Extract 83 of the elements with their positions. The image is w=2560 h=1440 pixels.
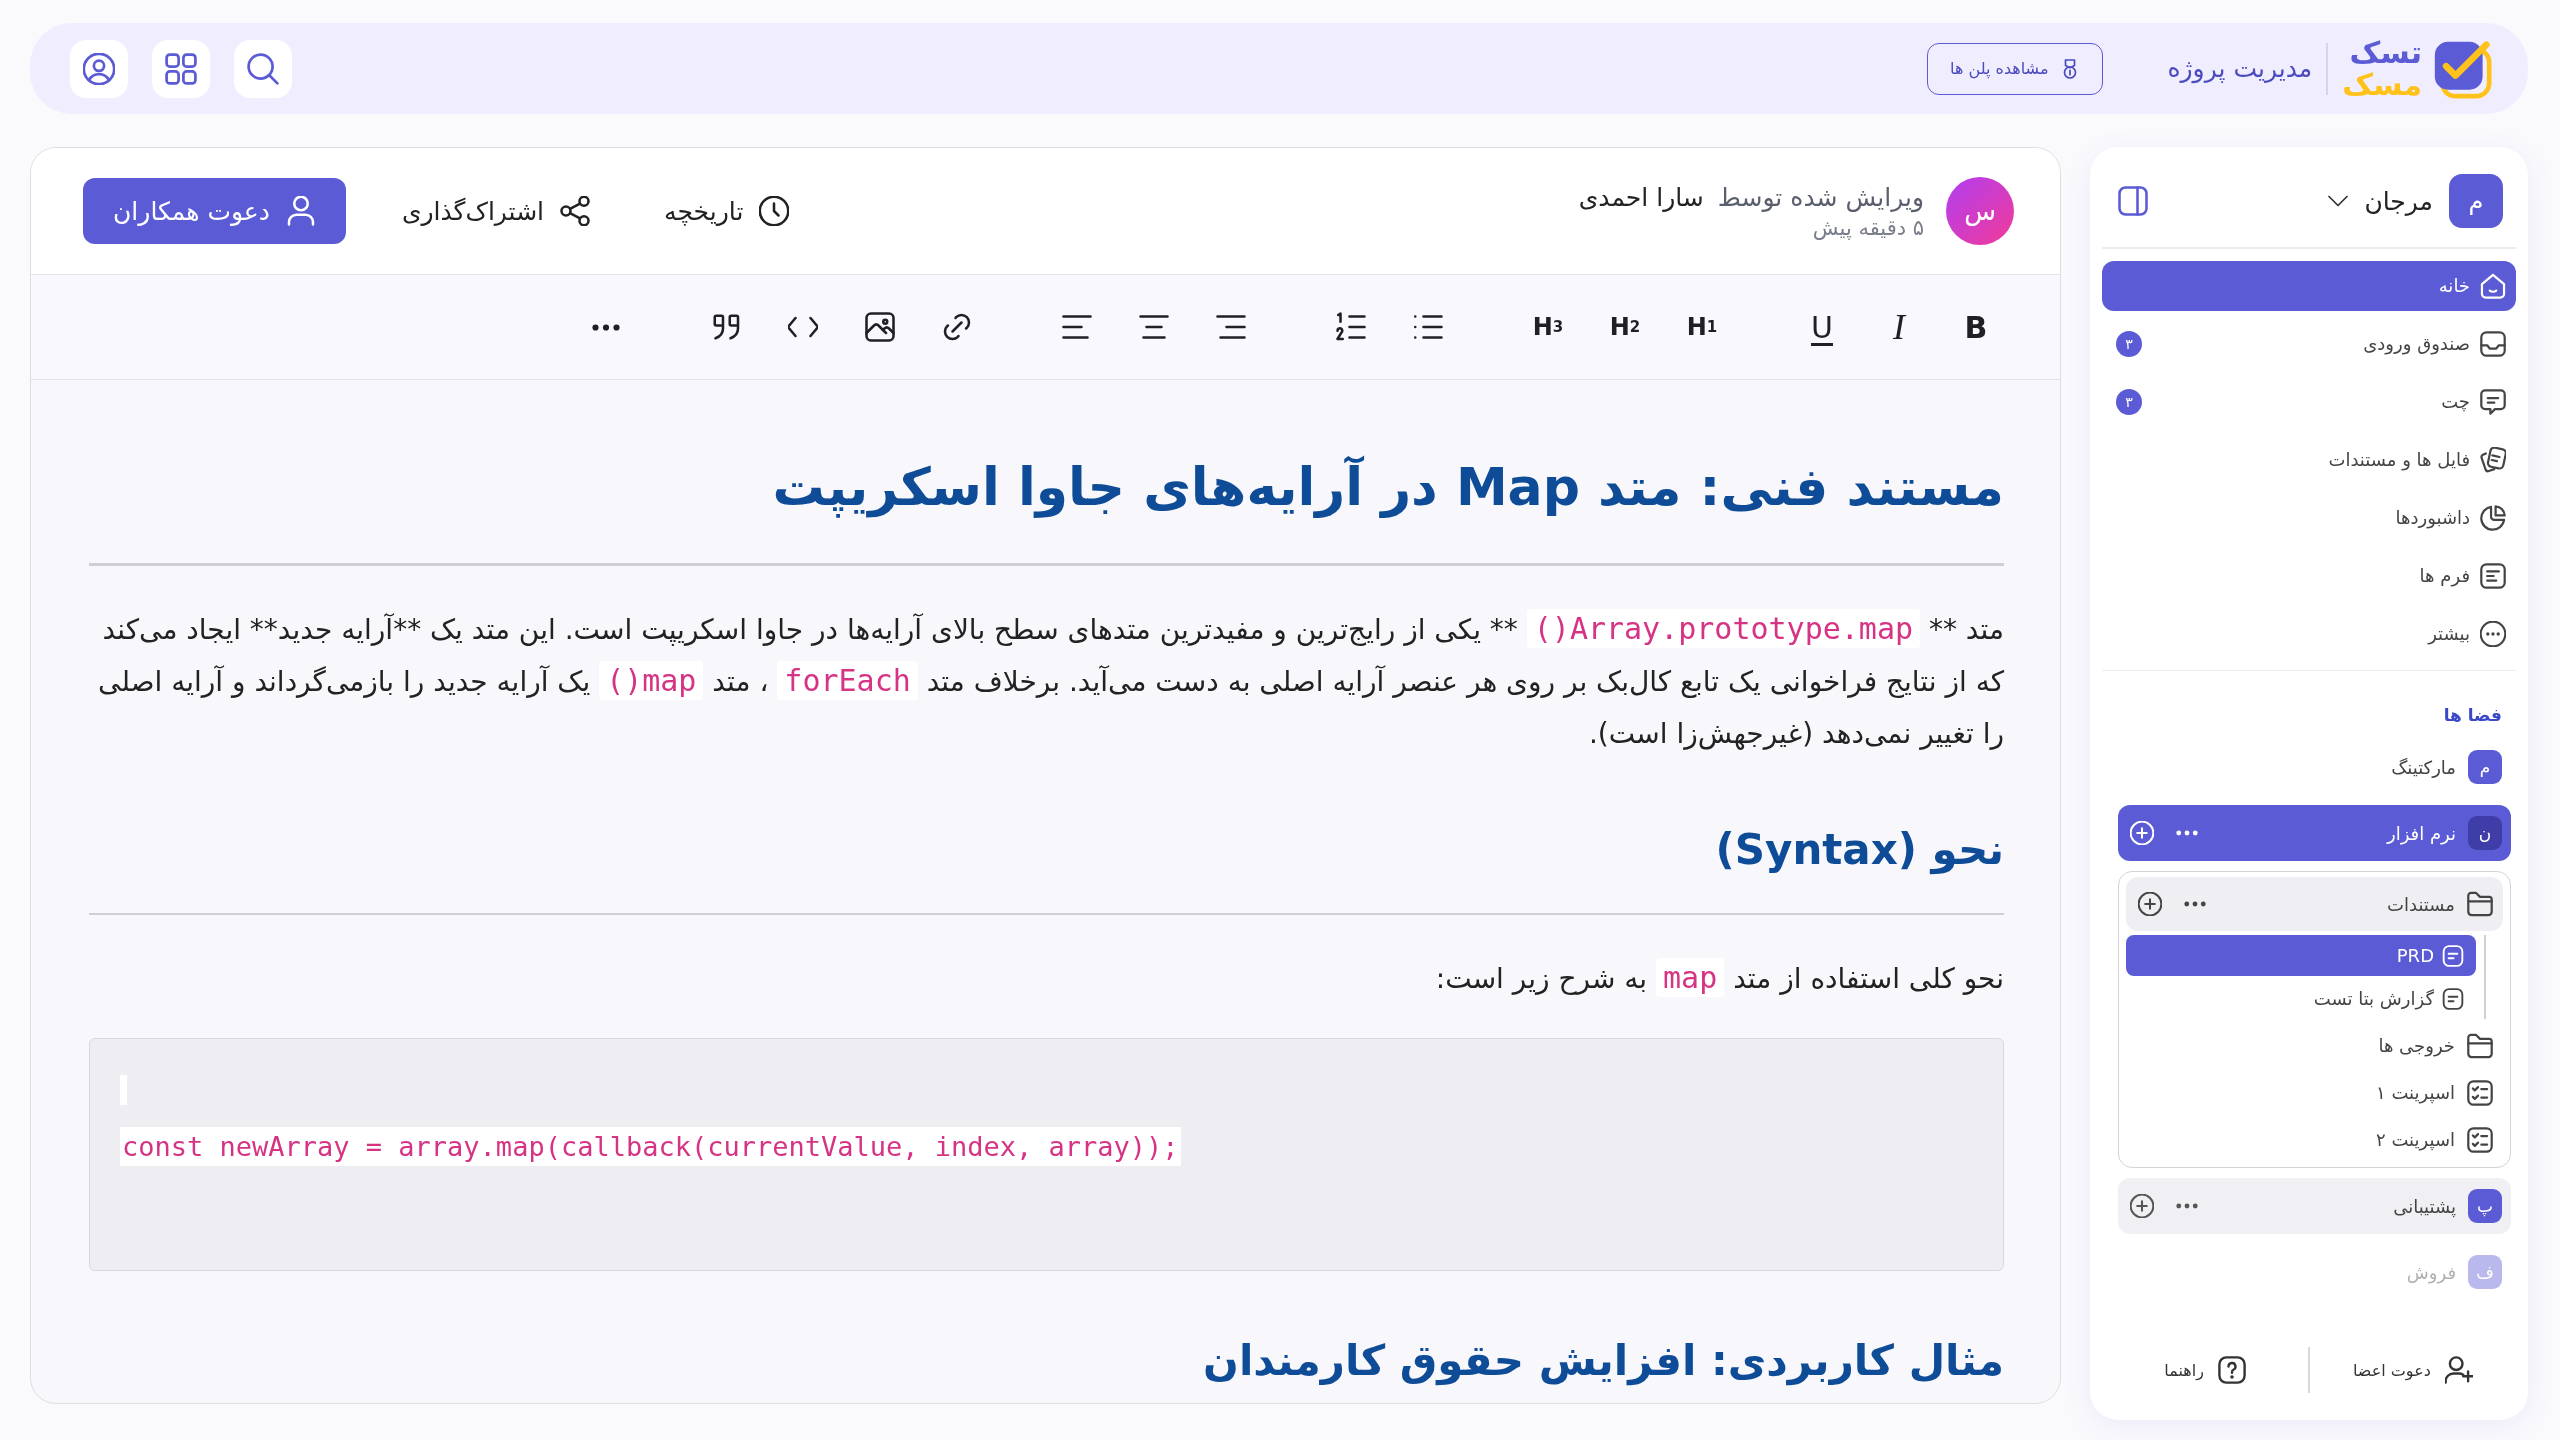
count-badge: ۳ [2116,330,2142,357]
section-label: فضا ها [2442,705,2503,725]
more-icon[interactable] [2184,901,2206,907]
more-icon[interactable] [2176,830,2198,836]
bold-button[interactable]: B [1948,299,2004,355]
user-avatar: س [1946,177,2014,245]
checklist-icon [2467,1079,2493,1106]
user-plus-icon [2444,1356,2473,1384]
user-icon [285,196,316,226]
history-button[interactable]: تاریخچه [646,178,808,244]
space-item[interactable]: ن نرم افزار [2118,805,2511,861]
search-button[interactable] [234,39,292,98]
search-icon [247,52,279,85]
invite-members-button[interactable]: دعوت اعضا [2309,1342,2516,1398]
align-center-icon [1139,312,1169,342]
section-heading: مثال کاربردی: افزایش حقوق کارمندان [1202,1335,2004,1388]
logo-text: تسک [2348,36,2422,69]
more-icon [2480,620,2506,647]
add-icon[interactable] [2130,1194,2154,1218]
tree-item[interactable]: گزارش بتا تست [2126,978,2476,1019]
space-item[interactable]: پ پشتیبانی [2118,1178,2511,1234]
folder-icon [2467,891,2493,917]
nav-item[interactable]: خانه [2102,260,2516,311]
numbered-list-icon [1336,312,1366,342]
workspace-name[interactable]: مرجان [2364,186,2433,216]
document-title: مستند فنی: متد Map در آرایه‌های جاوا اسکریپت [771,455,2004,520]
pie-chart-icon [2480,504,2506,531]
apps-button[interactable] [152,39,210,98]
checklist-icon [2467,1126,2493,1153]
nav-item[interactable]: صندوق ورودی ۳ [2102,318,2516,369]
link-icon [942,312,972,342]
share-button[interactable]: اشتراک‌گذاری [383,178,609,244]
count-badge: ۳ [2116,388,2142,415]
folder-icon [2467,1032,2493,1059]
align-right-icon [1216,312,1246,342]
nav-item[interactable]: فایل ها و مستندات [2102,434,2516,485]
editor-name: سارا احمدی [1578,182,1704,212]
plans-button[interactable]: مشاهده پلن ها [1927,42,2104,95]
help-button[interactable]: راهنما [2102,1342,2309,1398]
logo-text: مسک [2342,68,2422,101]
image-icon [865,312,895,342]
tree-item[interactable]: اسپرینت ۱ [2126,1070,2503,1115]
share-icon [560,196,591,226]
edited-by-label: ویرایش شده توسط [1717,182,1924,212]
grid-icon [165,52,197,85]
section-heading: نحو (Syntax) [1714,823,2004,877]
align-left-icon [1062,312,1092,342]
sidebar-toggle-icon[interactable] [2118,186,2148,216]
space-avatar: م [2468,750,2502,784]
files-icon [2480,446,2506,473]
logo-check-icon [2432,38,2492,99]
document-icon [2442,987,2464,1010]
underline-button[interactable]: U [1794,299,1850,355]
form-icon [2480,562,2506,589]
inbox-icon [2480,330,2506,357]
bullet-list-icon [1413,312,1443,342]
tree-item[interactable]: اسپرینت ۲ [2126,1117,2503,1162]
italic-button[interactable]: I [1871,299,1927,355]
tree-item[interactable]: خروجی ها [2126,1023,2503,1068]
invite-button[interactable]: دعوت همکاران [83,178,346,244]
space-item[interactable]: م مارکتینگ [2118,739,2511,795]
space-avatar: ن [2468,816,2502,850]
product-title: مدیریت پروژه [2167,54,2313,83]
profile-button[interactable] [70,39,128,98]
home-icon [2480,272,2506,299]
quote-icon [711,312,741,342]
chat-icon [2480,388,2506,415]
workspace-avatar: م [2449,174,2503,228]
clock-icon [759,196,790,226]
edited-time: ۵ دقیقه پیش [1812,215,1924,240]
nav-item[interactable]: چت ۳ [2102,376,2516,427]
help-icon [2217,1356,2246,1384]
more-icon [592,323,620,331]
space-avatar: پ [2468,1189,2502,1223]
nav-item[interactable]: فرم ها [2102,550,2516,601]
nav-item[interactable]: داشبوردها [2102,492,2516,543]
more-icon[interactable] [2176,1203,2198,1209]
document-icon [2442,944,2464,967]
add-icon[interactable] [2138,892,2162,916]
space-avatar: ف [2468,1255,2502,1289]
nav-item[interactable]: بیشتر [2102,608,2516,659]
tree-item[interactable]: مستندات [2126,877,2503,931]
tree-item[interactable]: PRD [2126,935,2476,976]
